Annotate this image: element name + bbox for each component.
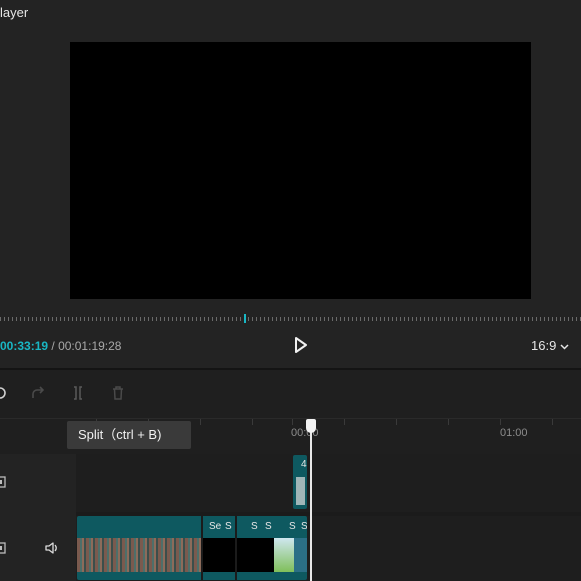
split-button[interactable] bbox=[70, 385, 86, 401]
timeline-toolbar bbox=[0, 370, 581, 418]
track-visibility-icon[interactable] bbox=[0, 475, 8, 489]
split-tooltip: Split（ctrl + B) bbox=[67, 421, 191, 449]
clip-label: S bbox=[289, 521, 296, 532]
play-icon bbox=[295, 337, 307, 353]
current-time: 00:33:19 bbox=[0, 339, 49, 353]
clip-label: 4 bbox=[301, 459, 307, 470]
panel-title: layer bbox=[0, 5, 29, 20]
clip-label: Sе bbox=[209, 521, 222, 532]
aspect-ratio-value: 16:9 bbox=[531, 338, 557, 353]
clip-label: S bbox=[265, 521, 272, 532]
play-button[interactable] bbox=[291, 336, 309, 354]
clip-label: S bbox=[301, 521, 307, 532]
trash-icon bbox=[113, 386, 123, 400]
playhead-handle[interactable] bbox=[306, 419, 316, 433]
time-separator: / bbox=[51, 339, 55, 353]
clip-thumbnail bbox=[296, 477, 305, 505]
main-video-clip[interactable]: Sе S S S S S bbox=[77, 516, 307, 580]
redo-button[interactable] bbox=[30, 385, 46, 401]
ruler-label: 01:00 bbox=[500, 427, 528, 439]
clip-thumbnail bbox=[77, 538, 201, 572]
overlay-clip[interactable]: 4 bbox=[293, 455, 307, 509]
redo-icon bbox=[32, 386, 45, 398]
scrub-head[interactable] bbox=[244, 314, 246, 323]
clip-label: S bbox=[251, 521, 258, 532]
track-headers bbox=[0, 454, 76, 581]
video-preview[interactable] bbox=[70, 42, 531, 299]
undo-icon bbox=[0, 387, 6, 399]
time-readout: 00:33:19 / 00:01:19:28 bbox=[0, 339, 121, 353]
track-visibility-icon[interactable] bbox=[0, 541, 8, 555]
playhead-line[interactable] bbox=[310, 428, 312, 581]
split-icon bbox=[74, 386, 82, 400]
overlay-track-lane[interactable] bbox=[76, 454, 581, 512]
chevron-down-icon bbox=[560, 344, 569, 350]
aspect-ratio-dropdown[interactable]: 16:9 bbox=[531, 338, 569, 353]
undo-button[interactable] bbox=[0, 385, 8, 401]
total-time: 00:01:19:28 bbox=[58, 339, 122, 353]
delete-button[interactable] bbox=[110, 385, 126, 401]
player-panel: layer 00:33:19 / 00:01:19:28 16:9 bbox=[0, 0, 581, 368]
scrub-bar[interactable] bbox=[0, 317, 581, 321]
clip-thumbnail bbox=[294, 538, 307, 572]
clip-label: S bbox=[225, 521, 232, 532]
clip-thumbnail bbox=[274, 538, 294, 572]
clip-thumbnail bbox=[237, 538, 274, 572]
volume-icon[interactable] bbox=[44, 541, 60, 555]
clip-thumbnail bbox=[203, 538, 235, 572]
